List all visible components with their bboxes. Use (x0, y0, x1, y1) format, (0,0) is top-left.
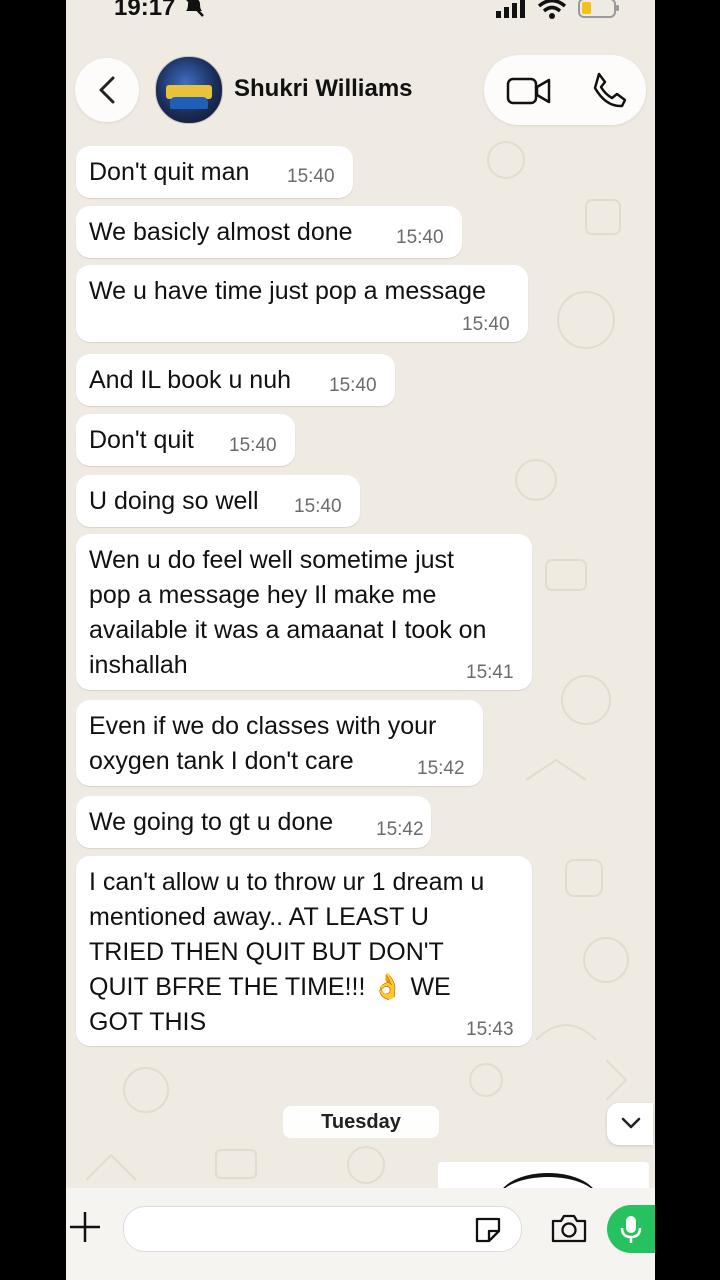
message-line: QUIT BFRE THE TIME!!! 👌 WE (89, 973, 451, 1001)
message-bubble[interactable]: Wen u do feel well sometime just pop a m… (76, 534, 532, 690)
back-chevron-icon (99, 76, 115, 104)
wifi-icon (537, 0, 567, 19)
message-text: I can't allow u to throw ur 1 dream u me… (89, 865, 484, 1040)
message-text: And IL book u nuh (89, 366, 292, 394)
message-bubble-partial[interactable] (438, 1162, 649, 1190)
message-line: inshallah (89, 651, 188, 679)
phone-icon[interactable] (590, 71, 628, 109)
message-time: 15:40 (462, 314, 510, 335)
message-line: TRIED THEN QUIT BUT DON'T (89, 938, 444, 966)
silent-bell-icon (186, 0, 204, 17)
message-line: available it was a amaanat I took on (89, 616, 487, 644)
message-text: We u have time just pop a message (89, 277, 486, 305)
message-time: 15:40 (329, 375, 377, 396)
chevron-down-icon (621, 1117, 641, 1129)
composer-bar (66, 1188, 655, 1280)
call-actions (484, 55, 646, 125)
battery-icon (578, 0, 619, 18)
message-line: Wen u do feel well sometime just (89, 546, 454, 574)
message-line: mentioned away.. AT LEAST U (89, 903, 429, 931)
message-line: I can't allow u to throw ur 1 dream u (89, 868, 485, 896)
plus-icon[interactable] (68, 1210, 102, 1244)
message-text: We going to gt u done (89, 808, 334, 836)
scroll-to-bottom-button[interactable] (607, 1103, 653, 1145)
status-time: 19:17 (114, 0, 176, 21)
message-text: Don't quit (89, 426, 194, 454)
message-bubble[interactable]: We basicly almost done 15:40 (76, 206, 462, 258)
day-separator: Tuesday (283, 1106, 439, 1138)
message-time: 15:40 (229, 435, 277, 456)
message-bubble[interactable]: Even if we do classes with your oxygen t… (76, 700, 483, 786)
signal-icon (496, 0, 525, 18)
mic-icon (620, 1216, 642, 1243)
message-line: pop a message hey Il make me (89, 581, 437, 609)
voice-message-button[interactable] (607, 1205, 655, 1253)
message-text: Don't quit man (89, 158, 250, 186)
sticker-icon[interactable] (473, 1215, 503, 1245)
message-time: 15:40 (287, 166, 335, 187)
message-text: Even if we do classes with your oxygen t… (89, 709, 436, 779)
message-bubble[interactable]: I can't allow u to throw ur 1 dream u me… (76, 856, 532, 1046)
message-line: Even if we do classes with your (89, 712, 437, 740)
message-time: 15:41 (466, 662, 514, 683)
message-bubble[interactable]: We u have time just pop a message 15:40 (76, 265, 528, 342)
message-bubble[interactable]: And IL book u nuh 15:40 (76, 354, 395, 406)
avatar[interactable] (155, 56, 223, 124)
message-bubble[interactable]: We going to gt u done 15:42 (76, 796, 431, 848)
video-call-icon[interactable] (506, 75, 552, 107)
message-bubble[interactable]: Don't quit man 15:40 (76, 146, 353, 198)
contact-name[interactable]: Shukri Williams (234, 75, 413, 103)
message-bubble[interactable]: Don't quit 15:40 (76, 414, 295, 466)
message-time: 15:42 (376, 819, 424, 840)
message-text: U doing so well (89, 487, 259, 515)
message-text: Wen u do feel well sometime just pop a m… (89, 543, 486, 683)
message-time: 15:42 (417, 758, 465, 779)
avatar-car-graphic (170, 97, 208, 109)
message-line: GOT THIS (89, 1008, 207, 1036)
back-button[interactable] (75, 58, 139, 122)
message-input[interactable] (123, 1206, 522, 1252)
message-time: 15:43 (466, 1019, 514, 1040)
message-line: oxygen tank I don't care (89, 747, 354, 775)
message-text: We basicly almost done (89, 218, 353, 246)
message-time: 15:40 (294, 496, 342, 517)
message-bubble[interactable]: U doing so well 15:40 (76, 475, 360, 527)
chat-header: Shukri Williams (66, 50, 655, 132)
message-time: 15:40 (396, 227, 444, 248)
chat-screen: 19:17 Shukri Williams Don't quit man 15:… (66, 0, 655, 1280)
camera-icon[interactable] (550, 1212, 588, 1244)
status-bar: 19:17 (66, 0, 655, 28)
